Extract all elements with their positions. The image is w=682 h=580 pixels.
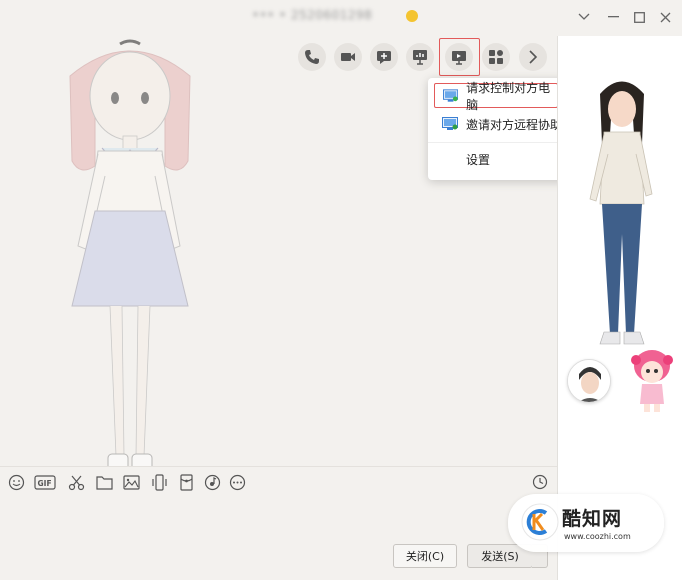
watermark: 酷知网 www.coozhi.com: [508, 494, 664, 552]
apps-button[interactable]: [482, 43, 510, 71]
menu-label: 邀请对方远程协助: [466, 117, 563, 132]
minimize-button[interactable]: [603, 7, 623, 27]
vip-badge-icon: [406, 10, 418, 22]
gif-button[interactable]: GIF: [34, 473, 56, 491]
music-icon: [204, 474, 220, 490]
scissors-icon: [68, 475, 84, 490]
image-icon: [122, 474, 140, 490]
input-divider: [0, 466, 557, 467]
music-button[interactable]: [203, 473, 221, 491]
folder-icon: [95, 475, 113, 490]
watermark-title: 酷知网: [562, 508, 623, 530]
gif-icon: GIF: [34, 474, 56, 490]
dropdown-icon[interactable]: [574, 7, 594, 27]
shake-button[interactable]: [150, 473, 168, 491]
clock-icon[interactable]: [532, 474, 548, 490]
voice-call-button[interactable]: [298, 43, 326, 71]
chat-window: ••• • 2520601298 请求控制对方电脑 邀请对方远程协助 设置 GI…: [0, 0, 682, 580]
window-title: ••• • 2520601298: [252, 8, 373, 22]
shake-icon: [151, 473, 167, 491]
apps-icon: [489, 50, 503, 64]
more-toolbar-button[interactable]: [519, 43, 547, 71]
red-packet-icon: [179, 473, 193, 491]
video-icon: [341, 53, 355, 61]
present-button[interactable]: [406, 43, 434, 71]
maximize-button[interactable]: [629, 7, 649, 27]
title-bar: ••• • 2520601298: [0, 0, 682, 34]
file-button[interactable]: [95, 473, 113, 491]
chat-plus-icon: [377, 51, 391, 64]
more-tools-button[interactable]: [228, 473, 246, 491]
close-window-button[interactable]: [655, 7, 675, 27]
red-packet-button[interactable]: [177, 473, 195, 491]
watermark-url: www.coozhi.com: [564, 532, 631, 541]
remote-assist-icon: [442, 117, 458, 130]
remote-control-icon: [443, 88, 459, 102]
phone-icon: [305, 50, 319, 64]
menu-divider: [428, 142, 570, 143]
coozhi-logo-icon: [521, 503, 559, 541]
presentation-icon: [413, 50, 427, 65]
menu-label: 设置: [466, 152, 491, 167]
user-avatar-icon: [568, 360, 610, 402]
pet-avatar-icon[interactable]: [628, 346, 676, 416]
svg-text:GIF: GIF: [38, 479, 52, 488]
menu-item-request-control[interactable]: 请求控制对方电脑: [434, 81, 558, 112]
screenshot-button[interactable]: [67, 473, 85, 491]
menu-item-settings[interactable]: 设置: [434, 146, 564, 172]
menu-label: 请求控制对方电脑: [466, 80, 551, 112]
more-icon: [229, 474, 245, 490]
remote-desktop-button[interactable]: [445, 43, 473, 71]
avatar[interactable]: [567, 359, 611, 403]
emoji-button[interactable]: [7, 473, 25, 491]
emoji-icon: [8, 474, 24, 490]
avatar-show-image: [589, 81, 653, 345]
new-chat-button[interactable]: [370, 43, 398, 71]
screen-icon: [452, 51, 466, 65]
chevron-right-icon: [529, 50, 538, 64]
background-drawing: [69, 39, 191, 466]
image-button[interactable]: [122, 473, 140, 491]
remote-desktop-menu: 请求控制对方电脑 邀请对方远程协助 设置: [428, 78, 570, 180]
close-button[interactable]: 关闭(C): [393, 544, 457, 568]
video-call-button[interactable]: [334, 43, 362, 71]
menu-item-invite-assist[interactable]: 邀请对方远程协助: [434, 111, 564, 137]
